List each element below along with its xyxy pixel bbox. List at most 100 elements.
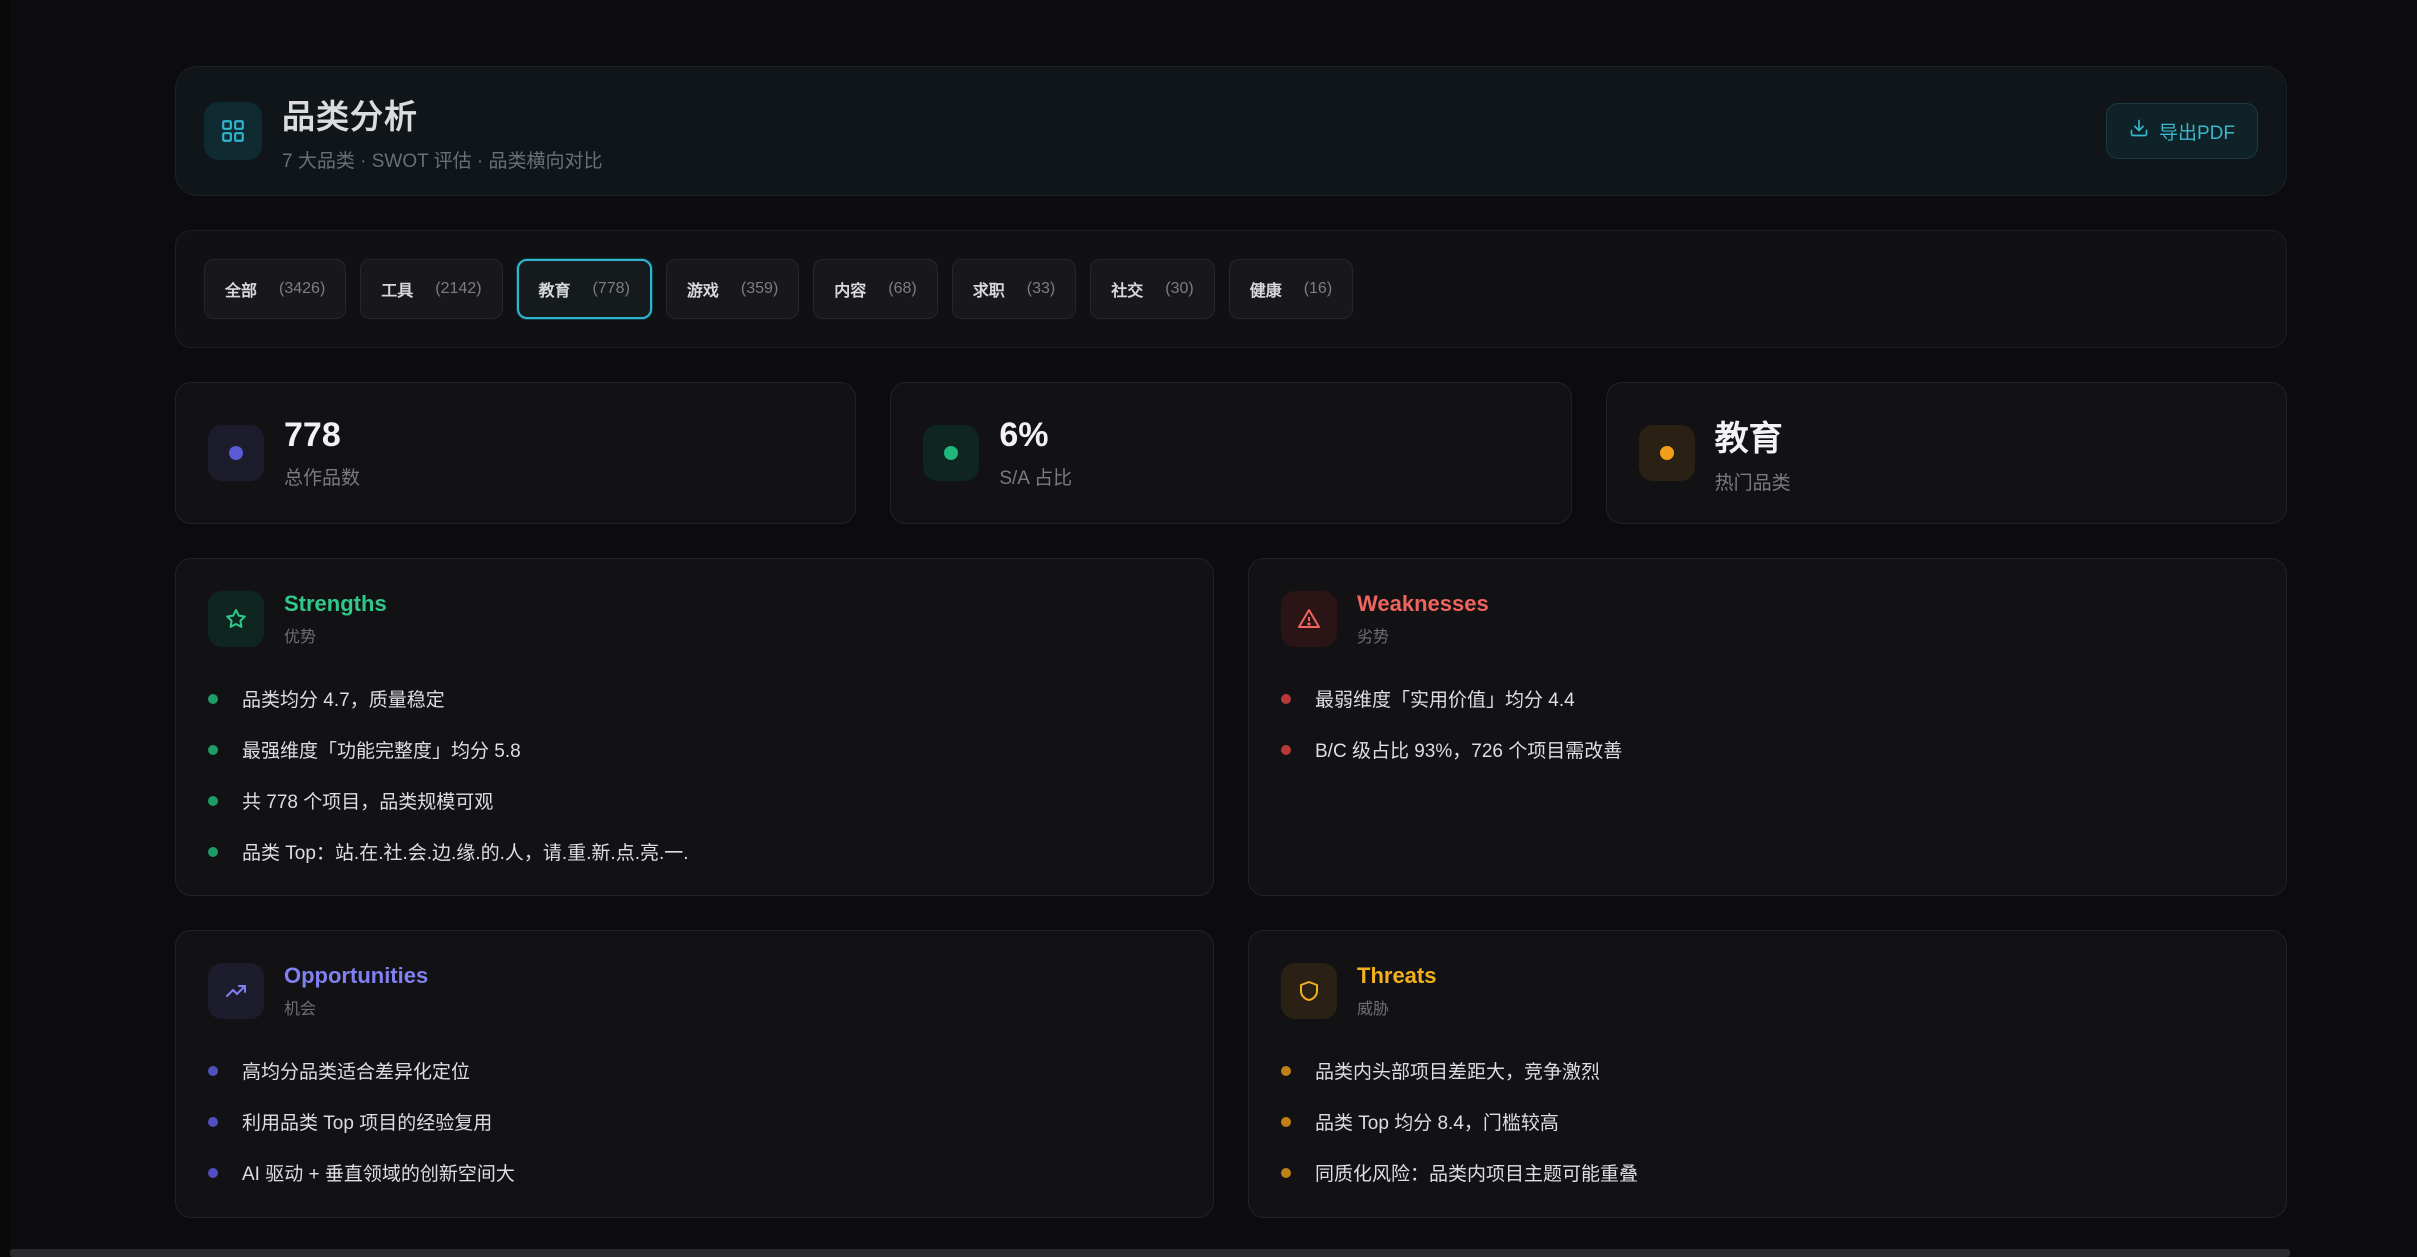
left-edge xyxy=(0,0,10,1257)
tab-label: 社交 xyxy=(1111,283,1144,300)
swot-item-text: 同质化风险：品类内项目主题可能重叠 xyxy=(1315,1164,1639,1185)
swot-item-text: 最弱维度「实用价值」均分 4.4 xyxy=(1315,690,1575,711)
swot-list: 最弱维度「实用价值」均分 4.4 B/C 级占比 93%，726 个项目需改善 xyxy=(1281,673,2254,775)
swot-list: 高均分品类适合差异化定位利用品类 Top 项目的经验复用 AI 驱动 + 垂直领域… xyxy=(208,1045,1181,1198)
tab-category[interactable]: 内容 (68) xyxy=(813,259,938,319)
swot-item-text: 最强维度「功能完整度」均分 5.8 xyxy=(242,741,521,762)
tab-label: 健康 xyxy=(1249,283,1282,300)
stat-card-total-works: 778 总作品数 xyxy=(175,382,857,524)
tab-category[interactable]: 全部 (3426) xyxy=(204,259,347,319)
main-container: 品类分析 7 大品类 · SWOT 评估 · 品类横向对比 导出PDF 全部 (3… xyxy=(175,66,2287,1218)
stat-value: 教育 xyxy=(1714,420,1783,458)
swot-titles: Opportunities 机会 xyxy=(284,963,428,1019)
tab-count: (16) xyxy=(1303,280,1333,297)
page-subtitle: 7 大品类 · SWOT 评估 · 品类横向对比 xyxy=(282,150,603,172)
stats-row: 778 总作品数 6% S/A 占比 教育热门品类 xyxy=(175,382,2287,524)
tab-count: (2142) xyxy=(435,280,482,297)
tab-category[interactable]: 游戏 (359) xyxy=(665,259,800,319)
swot-list-item: 品类 Top 均分 8.4，门槛较高 xyxy=(1281,1096,2254,1147)
swot-subtitle: 劣势 xyxy=(1357,629,1390,646)
swot-item-text: 品类内头部项目差距大，竞争激烈 xyxy=(1315,1062,1601,1083)
tab-label: 教育 xyxy=(538,283,571,300)
swot-title: Strengths xyxy=(284,591,387,616)
swot-item-text: 共 778 个项目，品类规模可观 xyxy=(242,792,494,813)
swot-header: Threats 威胁 xyxy=(1281,963,2254,1019)
tab-count: (68) xyxy=(888,280,917,297)
stat-text: 6% S/A 占比 xyxy=(999,416,1072,490)
tab-label: 求职 xyxy=(972,283,1005,300)
tab-category[interactable]: 工具 (2142) xyxy=(360,259,503,319)
header-text: 品类分析 7 大品类 · SWOT 评估 · 品类横向对比 xyxy=(282,90,603,173)
download-icon xyxy=(2129,118,2149,144)
header-card: 品类分析 7 大品类 · SWOT 评估 · 品类横向对比 导出PDF xyxy=(175,66,2287,196)
stat-text: 教育 热门品类 xyxy=(1715,411,1791,495)
bullet-dot-icon xyxy=(1281,1116,1291,1127)
warning-icon xyxy=(1281,591,1337,647)
tab-category[interactable]: 健康 (16) xyxy=(1228,259,1354,319)
swot-list-item: 共 778 个项目，品类规模可观 xyxy=(208,775,1181,826)
horizontal-scrollbar[interactable] xyxy=(10,1249,2290,1257)
swot-title: Weaknesses xyxy=(1357,591,1489,616)
stat-card-sa-ratio: 6% S/A 占比 xyxy=(890,382,1572,524)
tab-category[interactable]: 社交 (30) xyxy=(1090,259,1215,319)
threats-card: Threats 威胁品类内头部项目差距大，竞争激烈 品类 Top 均分 8.4，门槛… xyxy=(1248,930,2287,1218)
weaknesses-card: Weaknesses 劣势最弱维度「实用价值」均分 4.4 B/C 级占比 93%，… xyxy=(1248,558,2287,896)
tab-count: (359) xyxy=(740,280,779,297)
swot-title: Threats xyxy=(1357,963,1437,988)
swot-list-item: 品类内头部项目差距大，竞争激烈 xyxy=(1281,1045,2254,1096)
strengths-card: Strengths 优势品类均分 4.7，质量稳定最强维度「功能完整度」均分 5.… xyxy=(175,558,1214,896)
tab-category[interactable]: 求职 (33) xyxy=(951,259,1077,319)
grid-icon xyxy=(204,102,262,160)
swot-list-item: AI 驱动 + 垂直领域的创新空间大 xyxy=(208,1147,1181,1198)
swot-list-item: 利用品类 Top 项目的经验复用 xyxy=(208,1096,1181,1147)
bullet-dot-icon xyxy=(1281,1167,1291,1178)
tab-category[interactable]: 教育 (778) xyxy=(516,259,652,319)
bullet-dot-icon xyxy=(208,744,218,755)
stat-card-hot-category: 教育 热门品类 xyxy=(1605,382,2287,524)
swot-list: 品类均分 4.7，质量稳定最强维度「功能完整度」均分 5.8 共 778 个项目，… xyxy=(208,673,1181,877)
export-pdf-button[interactable]: 导出PDF xyxy=(2106,103,2258,159)
swot-list-item: 高均分品类适合差异化定位 xyxy=(208,1045,1181,1096)
swot-list-item: 同质化风险：品类内项目主题可能重叠 xyxy=(1281,1147,2254,1198)
swot-header: Weaknesses 劣势 xyxy=(1281,591,2254,647)
swot-list-item: 最强维度「功能完整度」均分 5.8 xyxy=(208,724,1181,775)
swot-titles: Threats 威胁 xyxy=(1357,963,1436,1019)
star-icon xyxy=(208,591,264,647)
opportunities-card: Opportunities 机会高均分品类适合差异化定位利用品类 Top 项目的经… xyxy=(175,930,1214,1218)
swot-item-text: 品类 Top：站.在.社.会.边.缘.的.人，请.重.新.点.亮.一. xyxy=(242,843,689,864)
swot-subtitle: 机会 xyxy=(284,1001,317,1018)
tab-label: 工具 xyxy=(381,283,414,300)
stat-label: 总作品数 xyxy=(284,468,361,489)
bullet-dot-icon xyxy=(1281,693,1291,704)
bullet-dot-icon xyxy=(1281,1065,1291,1076)
swot-list-item: B/C 级占比 93%，726 个项目需改善 xyxy=(1281,724,2254,775)
stat-value: 6% xyxy=(999,416,1049,454)
swot-list-item: 品类均分 4.7，质量稳定 xyxy=(208,673,1181,724)
bullet-dot-icon xyxy=(208,693,218,704)
stat-label: S/A 占比 xyxy=(999,468,1073,489)
swot-titles: Strengths 优势 xyxy=(284,591,387,647)
tab-label: 全部 xyxy=(225,283,258,300)
swot-grid: Strengths 优势品类均分 4.7，质量稳定最强维度「功能完整度」均分 5.… xyxy=(175,558,2287,1218)
bullet-dot-icon xyxy=(208,1167,218,1178)
tab-count: (33) xyxy=(1026,280,1056,297)
tab-label: 内容 xyxy=(834,283,867,300)
swot-subtitle: 威胁 xyxy=(1357,1001,1390,1018)
tab-count: (3426) xyxy=(279,280,326,297)
stat-label: 热门品类 xyxy=(1714,473,1791,494)
swot-header: Strengths 优势 xyxy=(208,591,1181,647)
stat-text: 778 总作品数 xyxy=(284,416,360,490)
tab-label: 游戏 xyxy=(686,283,719,300)
stat-value: 778 xyxy=(284,416,341,454)
swot-list: 品类内头部项目差距大，竞争激烈 品类 Top 均分 8.4，门槛较高同质化风险：品… xyxy=(1281,1045,2254,1198)
swot-item-text: AI 驱动 + 垂直领域的创新空间大 xyxy=(242,1164,515,1185)
page: 品类分析 7 大品类 · SWOT 评估 · 品类横向对比 导出PDF 全部 (3… xyxy=(0,0,2417,1257)
swot-item-text: 品类 Top 均分 8.4，门槛较高 xyxy=(1315,1113,1559,1134)
swot-item-text: 品类均分 4.7，质量稳定 xyxy=(242,690,445,711)
dot-icon xyxy=(1638,425,1695,481)
swot-header: Opportunities 机会 xyxy=(208,963,1181,1019)
dot-icon xyxy=(208,425,264,481)
bullet-dot-icon xyxy=(208,846,218,857)
swot-item-text: 高均分品类适合差异化定位 xyxy=(242,1062,471,1083)
tab-count: (30) xyxy=(1165,280,1194,297)
